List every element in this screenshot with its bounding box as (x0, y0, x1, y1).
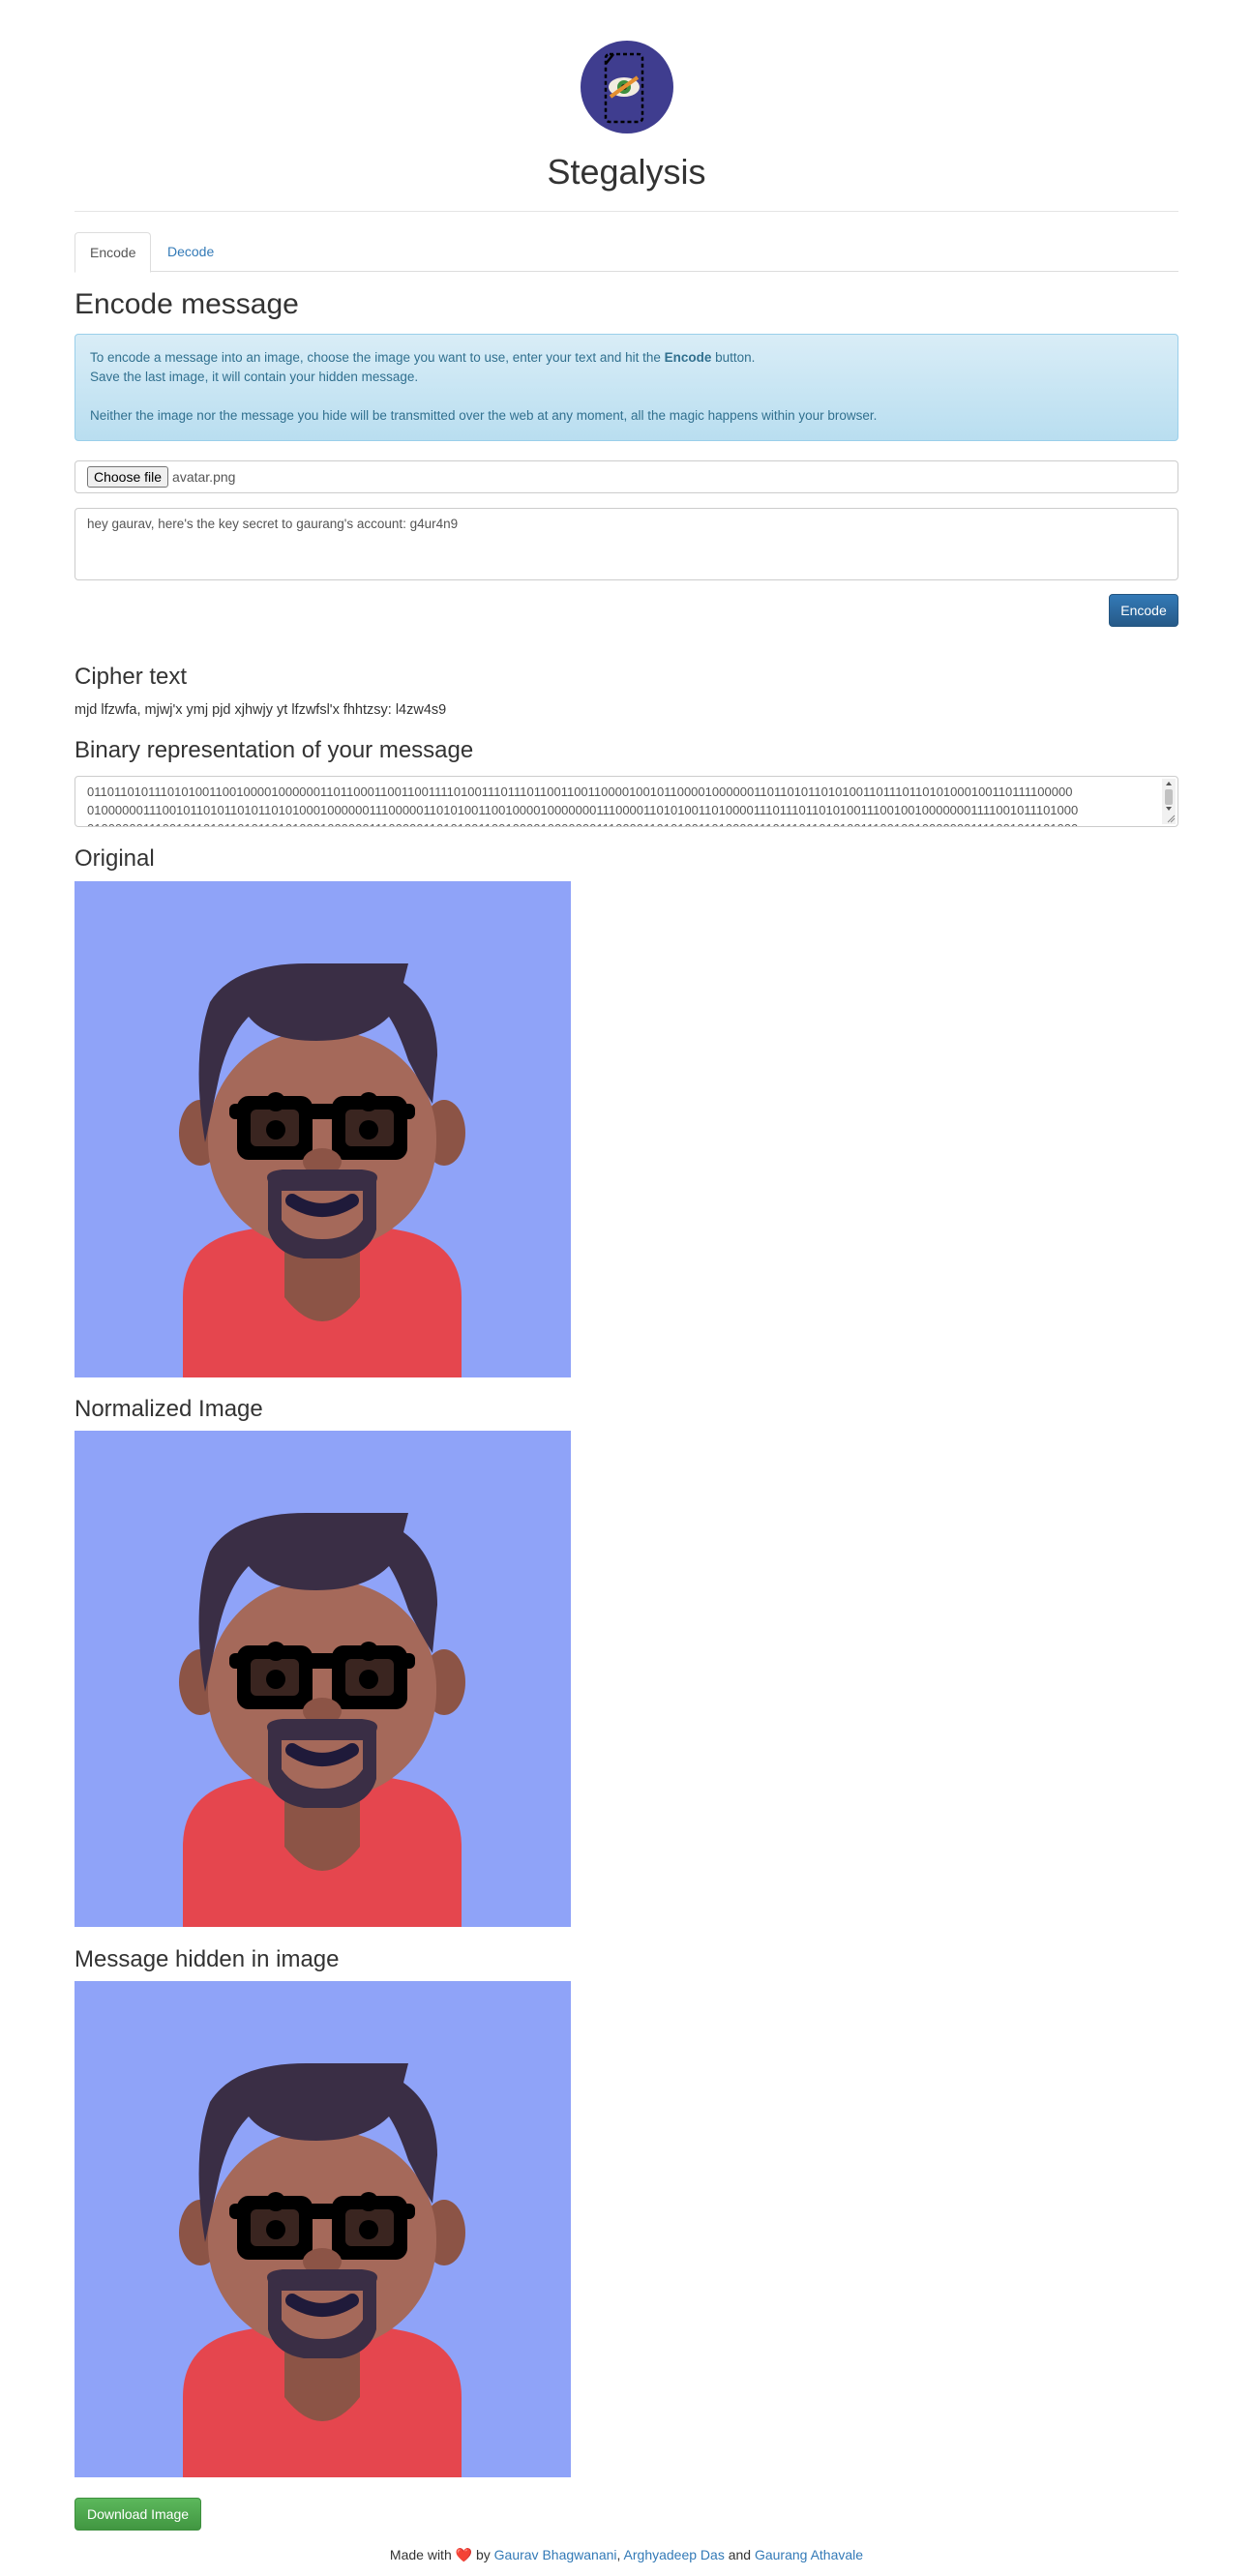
message-textarea[interactable]: hey gaurav, here's the key secret to gau… (75, 508, 1178, 580)
footer: Made with ❤️ by Gaurav Bhagwanani, Arghy… (75, 2547, 1178, 2563)
info-bold: Encode (664, 350, 712, 365)
page-title: Stegalysis (547, 152, 706, 192)
encode-heading: Encode message (75, 288, 299, 320)
cipher-heading: Cipher text (75, 664, 188, 690)
heart-icon: ❤️ (455, 2547, 473, 2562)
header-divider (75, 211, 1178, 212)
tab-encode[interactable]: Encode (75, 232, 151, 273)
tab-bar: Encode Decode (75, 232, 1178, 273)
info-line-2: Save the last image, it will contain you… (90, 370, 419, 384)
footer-text: and (728, 2547, 752, 2562)
choose-file-button[interactable]: Choose file (87, 466, 169, 488)
footer-text: by (475, 2547, 491, 2562)
footer-text: Made with (389, 2547, 452, 2562)
info-line-1: To encode a message into an image, choos… (90, 348, 1163, 368)
author-link-1[interactable]: Gaurav Bhagwanani (494, 2547, 617, 2562)
tab-decode[interactable]: Decode (153, 232, 228, 272)
info-alert: To encode a message into an image, choos… (75, 334, 1178, 441)
author-link-2[interactable]: Arghyadeep Das (624, 2547, 725, 2562)
encode-button[interactable]: Encode (1109, 594, 1178, 627)
binary-heading: Binary representation of your message (75, 737, 474, 763)
author-link-3[interactable]: Gaurang Athavale (755, 2547, 863, 2562)
logo-wrap (75, 41, 1178, 133)
download-image-button[interactable]: Download Image (75, 2498, 201, 2531)
info-text: To encode a message into an image, choos… (90, 350, 665, 365)
normalized-heading: Normalized Image (75, 1396, 263, 1422)
normalized-image (75, 1431, 571, 1927)
binary-line: 0100000011100101101011010110101000100000… (87, 819, 1148, 826)
footer-text: , (616, 2547, 621, 2562)
binary-line: 0100000011100101101011010110101000100000… (87, 803, 1079, 817)
binary-line: 0110110101110101001100100001000000110110… (87, 785, 1073, 799)
file-name: avatar.png (172, 469, 236, 485)
scrollbar[interactable] (1162, 779, 1176, 824)
info-text: button. (711, 350, 756, 365)
cipher-text: mjd lfzwfa, mjwj'x ymj pjd xjhwjy yt lfz… (75, 702, 447, 718)
original-heading: Original (75, 845, 155, 872)
info-line-3: Neither the image nor the message you hi… (90, 408, 878, 423)
hidden-heading: Message hidden in image (75, 1946, 340, 1972)
hidden-message-image (75, 1981, 571, 2477)
binary-textarea[interactable]: 0110110101110101001100100001000000110110… (75, 776, 1178, 827)
file-input[interactable]: Choose file avatar.png (75, 460, 1178, 493)
original-image (75, 881, 571, 1377)
eye-document-icon (580, 41, 673, 133)
